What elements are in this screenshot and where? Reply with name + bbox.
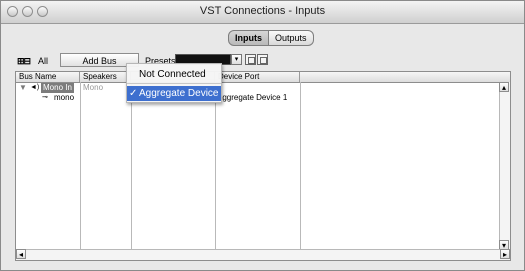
bus-name-cell[interactable]: mono <box>54 93 74 103</box>
menu-item-label: Aggregate Device <box>139 88 219 99</box>
title-bar[interactable]: VST Connections - Inputs <box>1 1 524 24</box>
speaker-bus-icon: ◄) <box>30 84 40 91</box>
menu-item-aggregate-device[interactable]: ✓ Aggregate Device <box>127 86 221 101</box>
col-device-port[interactable]: Device Port <box>215 72 300 82</box>
scroll-left-arrow-icon[interactable]: ◂ <box>16 249 26 259</box>
scroll-right-arrow-icon[interactable]: ▸ <box>500 249 510 259</box>
tab-outputs[interactable]: Outputs <box>269 30 314 46</box>
col-speakers[interactable]: Speakers <box>80 72 131 82</box>
disclosure-triangle-icon[interactable]: ▼ <box>19 83 27 93</box>
column-divider <box>131 82 132 250</box>
device-port-cell[interactable]: Aggregate Device 1 <box>217 93 287 103</box>
scroll-up-arrow-icon[interactable]: ▴ <box>499 82 509 92</box>
col-bus-name[interactable]: Bus Name <box>16 72 80 82</box>
menu-separator <box>127 83 221 84</box>
bus-name-cell[interactable]: Mono In <box>41 83 74 93</box>
device-dropdown-menu: Not Connected ✓ Aggregate Device <box>126 63 222 103</box>
vertical-scrollbar[interactable]: ▴ ▾ <box>499 82 510 250</box>
tab-bar: Inputs Outputs <box>228 30 314 46</box>
store-preset-icon[interactable] <box>245 54 256 65</box>
tab-inputs[interactable]: Inputs <box>228 30 269 46</box>
column-divider <box>300 82 301 250</box>
all-label: All <box>38 56 49 66</box>
window-title: VST Connections - Inputs <box>199 5 326 17</box>
checkmark-icon: ✓ <box>129 88 138 99</box>
table-row[interactable]: ⊸ mono Aggregate Device 1 <box>16 93 500 103</box>
horizontal-scrollbar[interactable]: ◂ ▸ <box>16 249 510 260</box>
table-header: Bus Name Speakers Device Port <box>16 72 510 83</box>
channel-connector-icon: ⊸ <box>42 94 48 101</box>
connections-table: Bus Name Speakers Device Port ▼ ◄) Mono … <box>15 71 511 261</box>
column-divider <box>80 82 81 250</box>
vst-connections-window: VST Connections - Inputs Inputs Outputs … <box>0 0 525 271</box>
column-divider <box>215 82 216 250</box>
col-empty <box>300 72 510 82</box>
table-row[interactable]: ▼ ◄) Mono In Mono <box>16 83 500 93</box>
menu-item-not-connected[interactable]: Not Connected <box>127 67 221 82</box>
presets-dropdown-arrow-icon[interactable]: ▾ <box>231 54 242 65</box>
speakers-cell: Mono <box>83 83 104 92</box>
remove-preset-icon[interactable] <box>257 54 268 65</box>
expand-collapse-all-icon[interactable]: ⊞⊟ <box>17 55 35 67</box>
